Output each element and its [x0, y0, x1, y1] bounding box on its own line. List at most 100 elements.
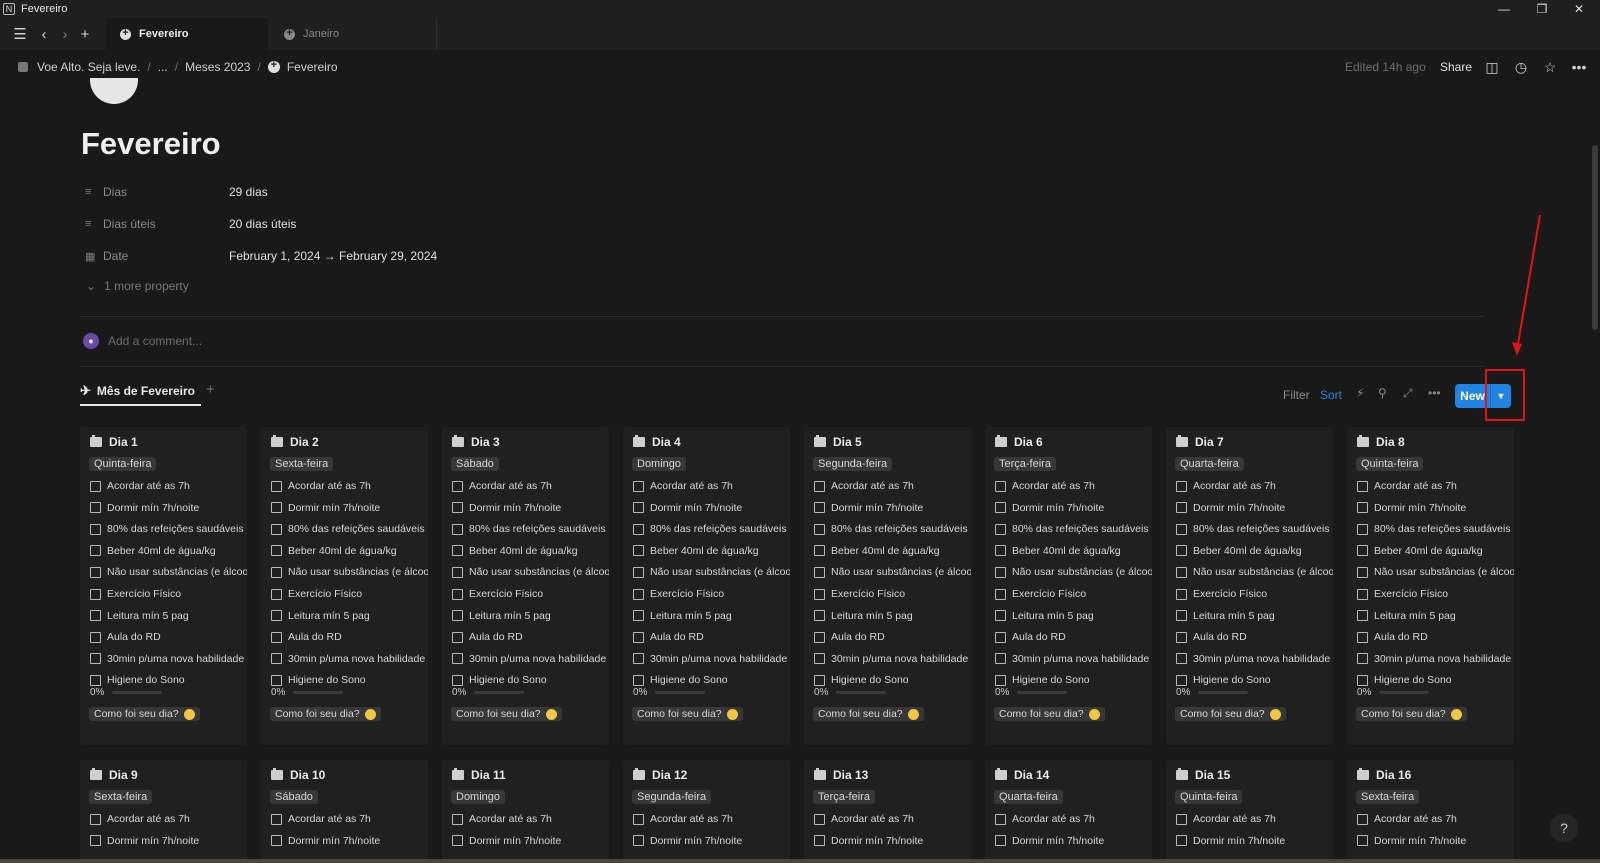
checkbox[interactable] — [90, 674, 101, 686]
checkbox[interactable] — [452, 835, 463, 847]
todo-item[interactable]: Dormir mín 7h/noite — [271, 502, 380, 514]
scrollbar[interactable] — [1592, 145, 1598, 330]
checkbox[interactable] — [995, 835, 1006, 847]
todo-item[interactable]: Higiene do Sono — [452, 674, 547, 686]
todo-item[interactable]: 30min p/uma nova habilidade — [271, 653, 425, 665]
checkbox[interactable] — [452, 502, 463, 514]
checkbox[interactable] — [1357, 566, 1368, 578]
day-card[interactable]: Dia 1 Quinta-feira Acordar até as 7h Dormir… — [80, 427, 247, 745]
more-property-toggle[interactable]: ⌄ 1 more property — [86, 279, 189, 293]
day-card[interactable]: Dia 14 Quarta-feira Acordar até as 7h Dormi… — [985, 760, 1152, 863]
checkbox[interactable] — [1357, 813, 1368, 825]
todo-item[interactable]: Não usar substâncias (e álcool) — [814, 566, 971, 578]
checkbox[interactable] — [90, 480, 101, 492]
checkbox[interactable] — [1357, 653, 1368, 665]
checkbox[interactable] — [90, 588, 101, 600]
todo-item[interactable]: Acordar até as 7h — [1357, 480, 1457, 492]
checkbox[interactable] — [995, 523, 1006, 535]
todo-item[interactable]: 80% das refeições saudáveis — [1176, 523, 1330, 535]
property-dias[interactable]: ≡ Dias 29 dias — [85, 182, 268, 202]
todo-item[interactable]: Leitura mín 5 pag — [1357, 610, 1456, 622]
checkbox[interactable] — [995, 610, 1006, 622]
todo-item[interactable]: Exercício Físico — [1357, 588, 1448, 600]
checkbox[interactable] — [90, 835, 101, 847]
checkbox[interactable] — [995, 566, 1006, 578]
todo-item[interactable]: Não usar substâncias (e álcool) — [633, 566, 790, 578]
view-tab-mes-de-fevereiro[interactable]: ✈ Mês de Fevereiro — [80, 380, 195, 402]
checkbox[interactable] — [271, 674, 282, 686]
checkbox[interactable] — [814, 813, 825, 825]
checkbox[interactable] — [1176, 674, 1187, 686]
breadcrumb-parent[interactable]: Meses 2023 — [185, 60, 250, 74]
checkbox[interactable] — [90, 813, 101, 825]
checkbox[interactable] — [1357, 502, 1368, 514]
todo-item[interactable]: Dormir mín 7h/noite — [633, 502, 742, 514]
checkbox[interactable] — [1176, 835, 1187, 847]
todo-item[interactable]: Higiene do Sono — [814, 674, 909, 686]
todo-item[interactable]: Beber 40ml de água/kg — [633, 545, 759, 557]
checkbox[interactable] — [814, 674, 825, 686]
checkbox[interactable] — [995, 545, 1006, 557]
tab-fevereiro[interactable]: Fevereiro — [106, 18, 268, 50]
checkbox[interactable] — [271, 502, 282, 514]
day-card[interactable]: Dia 16 Sexta-feira Acordar até as 7h Dormir… — [1347, 760, 1514, 863]
checkbox[interactable] — [1176, 653, 1187, 665]
todo-item[interactable]: Dormir mín 7h/noite — [90, 502, 199, 514]
star-icon[interactable]: ☆ — [1541, 58, 1559, 76]
property-dias-uteis[interactable]: ≡ Dias úteis 20 dias úteis — [85, 214, 296, 234]
checkbox[interactable] — [633, 566, 644, 578]
todo-item[interactable]: Beber 40ml de água/kg — [271, 545, 397, 557]
todo-item[interactable]: Dormir mín 7h/noite — [633, 835, 742, 847]
filter-button[interactable]: Filter — [1283, 388, 1310, 402]
checkbox[interactable] — [633, 610, 644, 622]
checkbox[interactable] — [1357, 674, 1368, 686]
checkbox[interactable] — [452, 653, 463, 665]
checkbox[interactable] — [1176, 480, 1187, 492]
checkbox[interactable] — [1176, 610, 1187, 622]
todo-item[interactable]: Aula do RD — [995, 631, 1066, 643]
todo-item[interactable]: Não usar substâncias (e álcool) — [1357, 566, 1514, 578]
todo-item[interactable]: Acordar até as 7h — [995, 480, 1095, 492]
todo-item[interactable]: Beber 40ml de água/kg — [995, 545, 1121, 557]
todo-item[interactable]: Acordar até as 7h — [814, 813, 914, 825]
todo-item[interactable]: Leitura mín 5 pag — [633, 610, 732, 622]
checkbox[interactable] — [1176, 588, 1187, 600]
checkbox[interactable] — [452, 610, 463, 622]
checkbox[interactable] — [452, 631, 463, 643]
todo-item[interactable]: Acordar até as 7h — [633, 813, 733, 825]
todo-item[interactable]: Acordar até as 7h — [1176, 480, 1276, 492]
todo-item[interactable]: Acordar até as 7h — [452, 813, 552, 825]
todo-item[interactable]: 80% das refeições saudáveis — [995, 523, 1149, 535]
checkbox[interactable] — [271, 813, 282, 825]
todo-item[interactable]: Higiene do Sono — [1176, 674, 1271, 686]
todo-item[interactable]: Exercício Físico — [814, 588, 905, 600]
todo-item[interactable]: Leitura mín 5 pag — [452, 610, 551, 622]
todo-item[interactable]: Não usar substâncias (e álcool) — [271, 566, 428, 578]
todo-item[interactable]: Aula do RD — [271, 631, 342, 643]
checkbox[interactable] — [633, 631, 644, 643]
todo-item[interactable]: Beber 40ml de água/kg — [814, 545, 940, 557]
todo-item[interactable]: Exercício Físico — [271, 588, 362, 600]
checkbox[interactable] — [995, 813, 1006, 825]
todo-item[interactable]: Leitura mín 5 pag — [90, 610, 189, 622]
todo-item[interactable]: Aula do RD — [1357, 631, 1428, 643]
todo-item[interactable]: Higiene do Sono — [271, 674, 366, 686]
checkbox[interactable] — [1176, 813, 1187, 825]
minimize-icon[interactable]: — — [1486, 0, 1522, 18]
todo-item[interactable]: Exercício Físico — [1176, 588, 1267, 600]
forward-icon[interactable]: › — [55, 24, 75, 44]
todo-item[interactable]: Dormir mín 7h/noite — [1357, 835, 1466, 847]
todo-item[interactable]: Acordar até as 7h — [1357, 813, 1457, 825]
search-icon[interactable]: ⚲ — [1378, 386, 1387, 400]
checkbox[interactable] — [1357, 631, 1368, 643]
todo-item[interactable]: 30min p/uma nova habilidade — [1357, 653, 1511, 665]
checkbox[interactable] — [1357, 480, 1368, 492]
todo-item[interactable]: 30min p/uma nova habilidade — [90, 653, 244, 665]
back-icon[interactable]: ‹ — [34, 24, 54, 44]
checkbox[interactable] — [814, 588, 825, 600]
checkbox[interactable] — [1176, 566, 1187, 578]
checkbox[interactable] — [814, 480, 825, 492]
todo-item[interactable]: Aula do RD — [633, 631, 704, 643]
day-card[interactable]: Dia 5 Segunda-feira Acordar até as 7h Dormi… — [804, 427, 971, 745]
todo-item[interactable]: 80% das refeições saudáveis — [1357, 523, 1511, 535]
